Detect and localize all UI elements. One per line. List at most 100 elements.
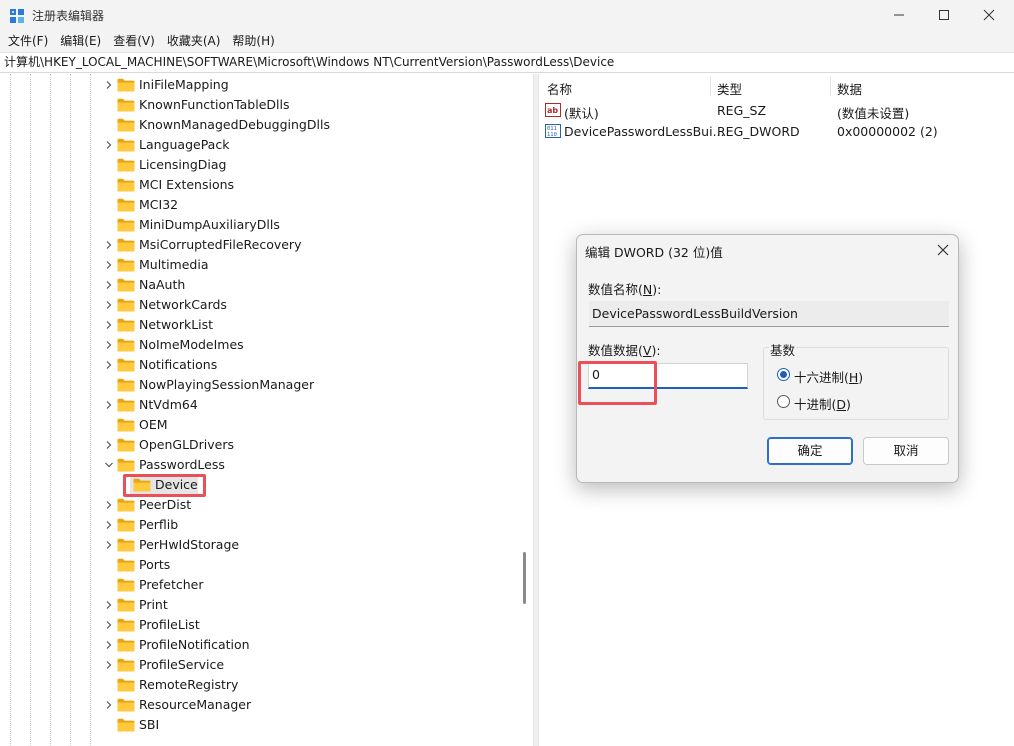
column-separator[interactable] xyxy=(830,76,831,96)
folder-icon xyxy=(117,178,135,192)
menu-favorites[interactable]: 收藏夹(A) xyxy=(161,30,227,52)
folder-icon xyxy=(117,118,135,132)
dec-radio[interactable] xyxy=(777,395,790,408)
cancel-button[interactable]: 取消 xyxy=(863,437,949,465)
close-icon[interactable] xyxy=(935,242,951,258)
chevron-right-icon[interactable] xyxy=(104,640,114,650)
tree-item-label: MCI32 xyxy=(139,197,179,212)
chevron-right-icon[interactable] xyxy=(104,260,114,270)
close-button[interactable] xyxy=(966,0,1012,30)
tree-item[interactable]: Prefetcher xyxy=(0,575,520,595)
window-title: 注册表编辑器 xyxy=(32,9,105,23)
tree-item[interactable]: NoImeModeImes xyxy=(0,335,520,355)
chevron-right-icon[interactable] xyxy=(104,620,114,630)
chevron-right-icon[interactable] xyxy=(104,300,114,310)
tree-item[interactable]: MCI32 xyxy=(0,195,520,215)
list-item[interactable]: 011 110 DevicePasswordLessBui... REG_DWO… xyxy=(539,121,1014,142)
chevron-right-icon[interactable] xyxy=(104,520,114,530)
tree-item[interactable]: KnownFunctionTableDlls xyxy=(0,95,520,115)
address-bar[interactable]: 计算机\HKEY_LOCAL_MACHINE\SOFTWARE\Microsof… xyxy=(0,52,1014,73)
label-text: 十进制( xyxy=(794,397,837,412)
column-header-data[interactable]: 数据 xyxy=(837,79,862,98)
tree-item[interactable]: MsiCorruptedFileRecovery xyxy=(0,235,520,255)
tree-item[interactable]: KnownManagedDebuggingDlls xyxy=(0,115,520,135)
key-tree[interactable]: IniFileMapping KnownFunctionTableDlls Know… xyxy=(0,74,533,746)
tree-item[interactable]: NowPlayingSessionManager xyxy=(0,375,520,395)
value-data-label: 数值数据(V): xyxy=(588,340,661,359)
hex-radio-label[interactable]: 十六进制(H) xyxy=(794,367,863,386)
menu-help[interactable]: 帮助(H) xyxy=(226,30,280,52)
string-value-icon: ab xyxy=(545,103,561,117)
list-item[interactable]: ab (默认) REG_SZ (数值未设置) xyxy=(539,100,1014,121)
dec-radio-label[interactable]: 十进制(D) xyxy=(794,394,851,413)
tree-item-label: OEM xyxy=(139,417,168,432)
tree-item[interactable]: LicensingDiag xyxy=(0,155,520,175)
tree-item[interactable]: Notifications xyxy=(0,355,520,375)
tree-scrollbar-thumb[interactable] xyxy=(523,552,526,604)
tree-item-label: Perflib xyxy=(139,517,179,532)
folder-icon xyxy=(117,398,135,412)
tree-item[interactable]: OEM xyxy=(0,415,520,435)
column-header-type[interactable]: 类型 xyxy=(717,79,742,98)
column-separator[interactable] xyxy=(710,76,711,96)
tree-item[interactable]: ProfileService xyxy=(0,655,520,675)
minimize-icon xyxy=(894,14,904,16)
tree-item[interactable]: Device xyxy=(0,475,520,495)
tree-item[interactable]: OpenGLDrivers xyxy=(0,435,520,455)
tree-item[interactable]: NaAuth xyxy=(0,275,520,295)
folder-icon xyxy=(117,558,135,572)
close-icon xyxy=(983,9,995,21)
chevron-right-icon[interactable] xyxy=(104,660,114,670)
maximize-button[interactable] xyxy=(921,0,967,30)
registry-editor-icon xyxy=(10,9,24,23)
tree-item[interactable]: ResourceManager xyxy=(0,695,520,715)
tree-item[interactable]: Print xyxy=(0,595,520,615)
access-key: H xyxy=(848,370,859,385)
tree-item[interactable]: MCI Extensions xyxy=(0,175,520,195)
tree-item-label: LanguagePack xyxy=(139,137,230,152)
tree-item-label: SBI xyxy=(139,717,160,732)
folder-icon xyxy=(117,458,135,472)
chevron-right-icon[interactable] xyxy=(104,340,114,350)
tree-item[interactable]: ProfileNotification xyxy=(0,635,520,655)
folder-icon xyxy=(117,218,135,232)
chevron-right-icon[interactable] xyxy=(104,280,114,290)
tree-item[interactable]: MiniDumpAuxiliaryDlls xyxy=(0,215,520,235)
tree-item[interactable]: ProfileList xyxy=(0,615,520,635)
tree-item[interactable]: LanguagePack xyxy=(0,135,520,155)
tree-item[interactable]: IniFileMapping xyxy=(0,75,520,95)
chevron-right-icon[interactable] xyxy=(104,360,114,370)
tree-item[interactable]: PeerDist xyxy=(0,495,520,515)
tree-item-label: KnownManagedDebuggingDlls xyxy=(139,117,330,132)
tree-item[interactable]: PasswordLess xyxy=(0,455,520,475)
menu-file[interactable]: 文件(F) xyxy=(2,30,54,52)
chevron-right-icon[interactable] xyxy=(104,440,114,450)
chevron-right-icon[interactable] xyxy=(104,700,114,710)
ok-button[interactable]: 确定 xyxy=(767,437,853,465)
chevron-down-icon[interactable] xyxy=(104,460,114,470)
tree-item-label: ResourceManager xyxy=(139,697,252,712)
chevron-right-icon[interactable] xyxy=(104,400,114,410)
tree-item[interactable]: PerHwIdStorage xyxy=(0,535,520,555)
chevron-right-icon[interactable] xyxy=(104,80,114,90)
tree-item[interactable]: Ports xyxy=(0,555,520,575)
chevron-right-icon[interactable] xyxy=(104,140,114,150)
chevron-right-icon[interactable] xyxy=(104,320,114,330)
minimize-button[interactable] xyxy=(876,0,922,30)
label-text: 数值数据( xyxy=(588,343,643,358)
tree-item[interactable]: Multimedia xyxy=(0,255,520,275)
chevron-right-icon[interactable] xyxy=(104,540,114,550)
column-header-name[interactable]: 名称 xyxy=(547,79,572,98)
tree-item[interactable]: SBI xyxy=(0,715,520,735)
menu-edit[interactable]: 编辑(E) xyxy=(54,30,107,52)
chevron-right-icon[interactable] xyxy=(104,500,114,510)
tree-item[interactable]: Perflib xyxy=(0,515,520,535)
hex-radio[interactable] xyxy=(777,368,790,381)
chevron-right-icon[interactable] xyxy=(104,240,114,250)
tree-item[interactable]: RemoteRegistry xyxy=(0,675,520,695)
chevron-right-icon[interactable] xyxy=(104,600,114,610)
tree-item[interactable]: NetworkList xyxy=(0,315,520,335)
tree-item[interactable]: NtVdm64 xyxy=(0,395,520,415)
tree-item[interactable]: NetworkCards xyxy=(0,295,520,315)
menu-view[interactable]: 查看(V) xyxy=(107,30,161,52)
